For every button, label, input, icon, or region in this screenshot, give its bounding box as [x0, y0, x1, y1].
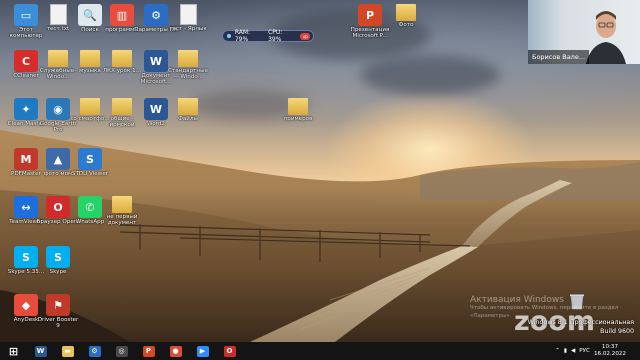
- anydesk-icon: ◆: [14, 294, 38, 316]
- stdu-icon: S: [78, 148, 102, 170]
- gear-icon: ⚙: [88, 345, 101, 357]
- start-icon: ⊞: [8, 344, 19, 358]
- windows-build-info: Windows 8.1 Профессиональная Build 9600: [528, 318, 634, 336]
- zoom-taskbar[interactable]: ▶: [189, 342, 216, 360]
- photo-icon: ▲: [46, 148, 70, 170]
- cpu-usage: CPU: 39%: [268, 29, 283, 43]
- desktop-icon-label: Стандартные — Windo...: [168, 68, 208, 81]
- zoom-icon: ▶: [196, 345, 209, 357]
- pc-icon: ▭: [14, 4, 38, 26]
- word-icon: W: [34, 345, 47, 357]
- taskbar-clock[interactable]: 10:37 16.02.2022: [594, 344, 626, 358]
- zoom-video-thumbnail[interactable]: Борисов Вале...: [528, 0, 640, 64]
- system-tray: ⌃ ▮ ◀ РУС 10:37 16.02.2022: [555, 342, 640, 360]
- teamviewer-icon: ↔: [14, 196, 38, 218]
- folder-icon: [112, 50, 132, 67]
- desktop-icon-label: Фото: [398, 22, 414, 28]
- opera-taskbar[interactable]: O: [216, 342, 243, 360]
- explorer-icon: ▬: [61, 345, 74, 357]
- desktop-icon-new-doc[interactable]: не первый документ: [100, 196, 144, 227]
- folder-icon: [178, 50, 198, 67]
- books-icon: ▥: [110, 4, 134, 26]
- tray-chevron-icon[interactable]: ⌃: [555, 348, 560, 354]
- desktop-icon-files[interactable]: Файлы: [166, 98, 210, 122]
- folder-icon: [112, 98, 132, 115]
- clock-time: 10:37: [601, 344, 619, 350]
- tray-volume-icon[interactable]: ◀: [571, 348, 575, 354]
- settings-taskbar[interactable]: ⚙: [81, 342, 108, 360]
- compass-taskbar[interactable]: ◎: [108, 342, 135, 360]
- desktop-icon-label: Google Earth Pro: [39, 121, 77, 134]
- monitor-dot-icon: [227, 34, 231, 38]
- desktop-icon-label: Презентация Microsoft P...: [350, 27, 390, 40]
- search-icon: 🔍: [78, 4, 102, 26]
- language-indicator[interactable]: РУС: [579, 348, 590, 354]
- system-monitor-widget[interactable]: RAM: 79% CPU: 39% up: [222, 29, 314, 43]
- whatsapp-icon: ✆: [78, 196, 102, 218]
- desktop-icon-photo[interactable]: Фото: [384, 4, 428, 28]
- compass-icon: ◎: [115, 345, 128, 357]
- word-icon: W: [144, 98, 168, 120]
- cleanmaster-icon: ✦: [14, 98, 38, 120]
- participant-video: [586, 11, 626, 64]
- boost-button[interactable]: up: [300, 32, 310, 40]
- earth-icon: ◉: [46, 98, 70, 120]
- desktop-icon-label: не первый документ: [106, 214, 138, 227]
- explorer-taskbar[interactable]: ▬: [54, 342, 81, 360]
- opera-icon: O: [223, 345, 236, 357]
- desktop-icon-primetov[interactable]: примеров: [276, 98, 320, 122]
- folder-icon: [80, 50, 100, 67]
- powerpoint-taskbar[interactable]: P: [135, 342, 162, 360]
- ppt-icon: P: [142, 345, 155, 357]
- desktop-icon-label: Файлы: [178, 116, 198, 122]
- desktop-icon-label: Driver Booster 9: [37, 317, 79, 330]
- chrome-icon: ●: [169, 345, 182, 357]
- folder-icon: [112, 196, 132, 213]
- gear-icon: ⚙: [144, 4, 168, 26]
- folder-icon: [48, 50, 68, 67]
- folder-icon: [178, 98, 198, 115]
- file-icon: [49, 4, 67, 25]
- desktop-icon-label: Skype: [49, 269, 67, 275]
- ppt-icon: P: [358, 4, 382, 26]
- opera-icon: O: [46, 196, 70, 218]
- tray-network-icon[interactable]: ▮: [564, 348, 567, 354]
- word-icon: W: [144, 50, 168, 72]
- desktop-icon-test-label[interactable]: тест - Ярлык: [166, 4, 210, 32]
- watermark-title: Активация Windows: [470, 295, 564, 305]
- ram-usage: RAM: 79%: [234, 29, 251, 43]
- file-icon: [179, 4, 197, 25]
- skype-icon: S: [46, 246, 70, 268]
- pdf-icon: M: [14, 148, 38, 170]
- desktop-icon-driver-booster[interactable]: ⚑ Driver Booster 9: [36, 294, 80, 330]
- desktop-icon-label: STDU Viewer: [71, 171, 109, 177]
- windows-build: Build 9600: [600, 328, 634, 335]
- driver-icon: ⚑: [46, 294, 70, 316]
- skype-icon: S: [14, 246, 38, 268]
- chrome-taskbar[interactable]: ●: [162, 342, 189, 360]
- desktop-icon-stdu-viewer[interactable]: S STDU Viewer: [68, 148, 112, 177]
- taskbar: ⊞ W ▬ ⚙ ◎ P ● ▶ O: [0, 342, 640, 360]
- desktop-icon-label: примеров: [283, 116, 313, 122]
- folder-icon: [288, 98, 308, 115]
- desktop-icon-label: тест - Ярлык: [169, 26, 207, 32]
- clock-date: 16.02.2022: [593, 351, 626, 357]
- participant-name: Борисов Вале...: [528, 50, 590, 64]
- desktop-icon-standard-windows[interactable]: Стандартные — Windo...: [166, 50, 210, 81]
- windows-edition: Windows 8.1 Профессиональная: [527, 319, 634, 326]
- desktop-icon-skype[interactable]: S Skype: [36, 246, 80, 275]
- word-taskbar[interactable]: W: [27, 342, 54, 360]
- start-button[interactable]: ⊞: [0, 342, 27, 360]
- ccleaner-icon: C: [14, 50, 38, 72]
- folder-icon: [80, 98, 100, 115]
- folder-icon: [396, 4, 416, 21]
